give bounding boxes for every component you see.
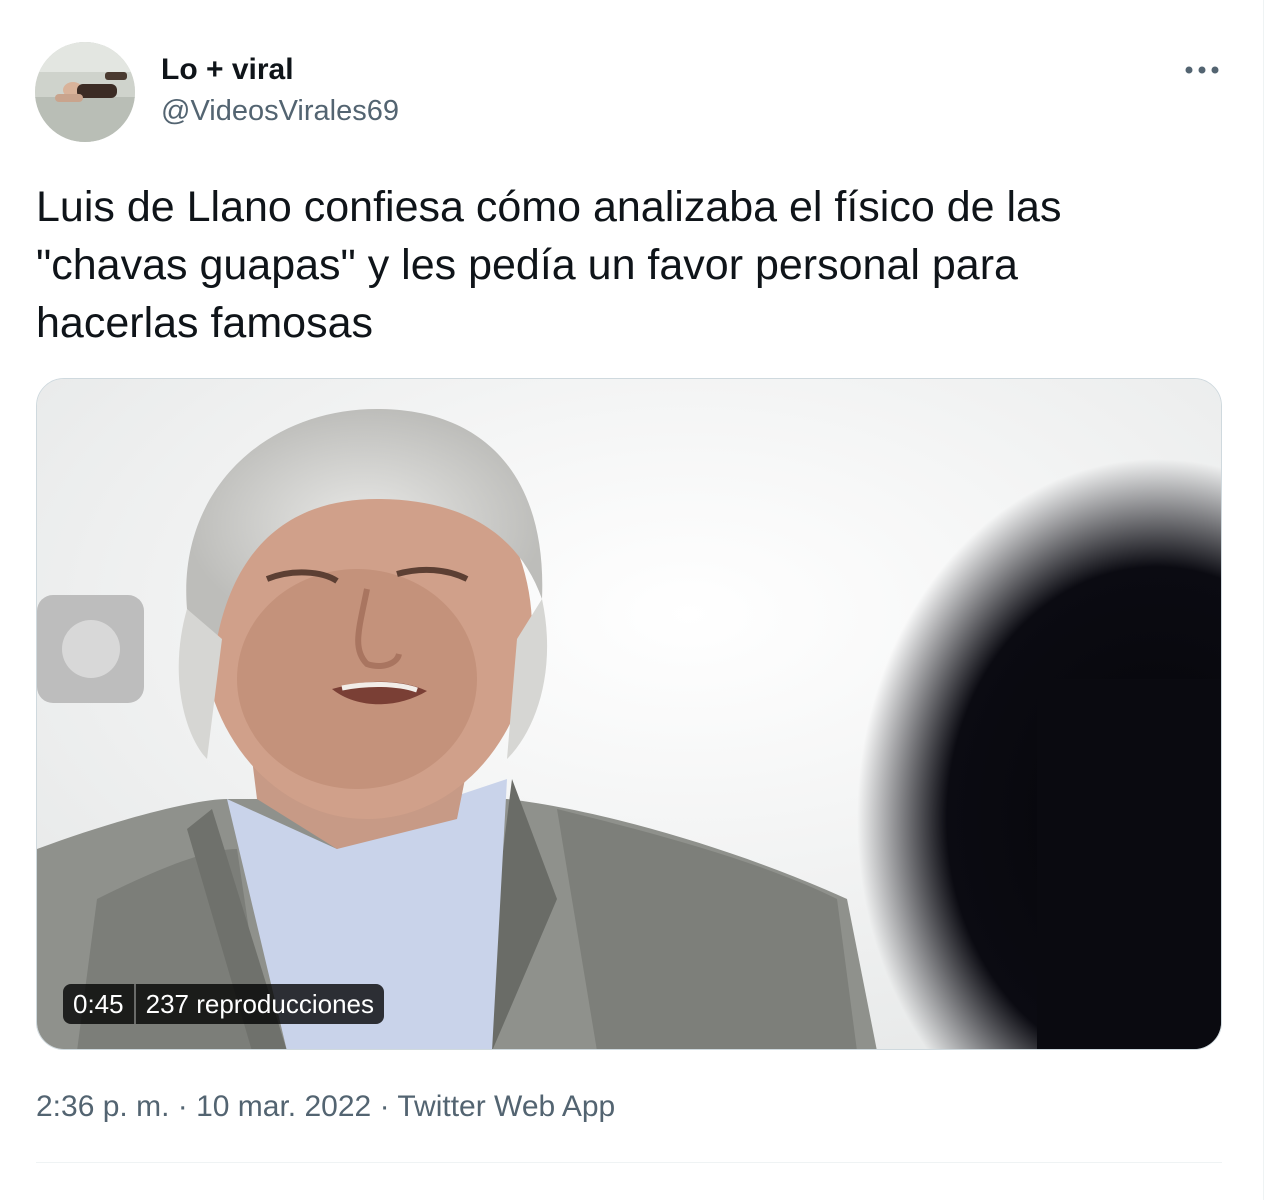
video-player[interactable]: 0:45 237 reproducciones bbox=[36, 378, 1222, 1050]
loading-dot-icon bbox=[61, 620, 120, 678]
author-handle[interactable]: @VideosVirales69 bbox=[161, 93, 399, 129]
author-display-name[interactable]: Lo + viral bbox=[161, 52, 294, 88]
avatar[interactable] bbox=[35, 42, 135, 142]
video-frame bbox=[37, 379, 1221, 1049]
more-dots-icon bbox=[1185, 66, 1219, 74]
tweet-text-line: "chavas guapas" y les pedía un favor per… bbox=[36, 241, 1018, 289]
more-options-button[interactable] bbox=[1180, 50, 1224, 90]
video-info-badge: 0:45 237 reproducciones bbox=[63, 984, 384, 1024]
tweet-timestamp-date[interactable]: 10 mar. 2022 bbox=[196, 1090, 371, 1123]
tweet-text: Luis de Llano confiesa cómo analizaba el… bbox=[36, 178, 1216, 352]
column-border bbox=[1263, 0, 1264, 1200]
avatar-image bbox=[35, 42, 135, 142]
tweet-meta: 2:36 p. m. · 10 mar. 2022 · Twitter Web … bbox=[36, 1087, 615, 1127]
meta-separator: · bbox=[177, 1090, 188, 1123]
tweet-source-link[interactable]: Twitter Web App bbox=[397, 1090, 615, 1123]
meta-separator: · bbox=[379, 1090, 390, 1123]
tweet-text-line: hacerlas famosas bbox=[36, 299, 373, 347]
tweet-timestamp-time[interactable]: 2:36 p. m. bbox=[36, 1090, 169, 1123]
video-view-count: 237 reproducciones bbox=[145, 989, 374, 1019]
video-duration: 0:45 bbox=[73, 989, 124, 1019]
divider bbox=[36, 1162, 1222, 1163]
tweet: Lo + viral @VideosVirales69 Luis de Llan… bbox=[0, 0, 1260, 1200]
loading-indicator bbox=[37, 595, 144, 703]
tweet-text-line: Luis de Llano confiesa cómo analizaba el… bbox=[36, 183, 1062, 231]
